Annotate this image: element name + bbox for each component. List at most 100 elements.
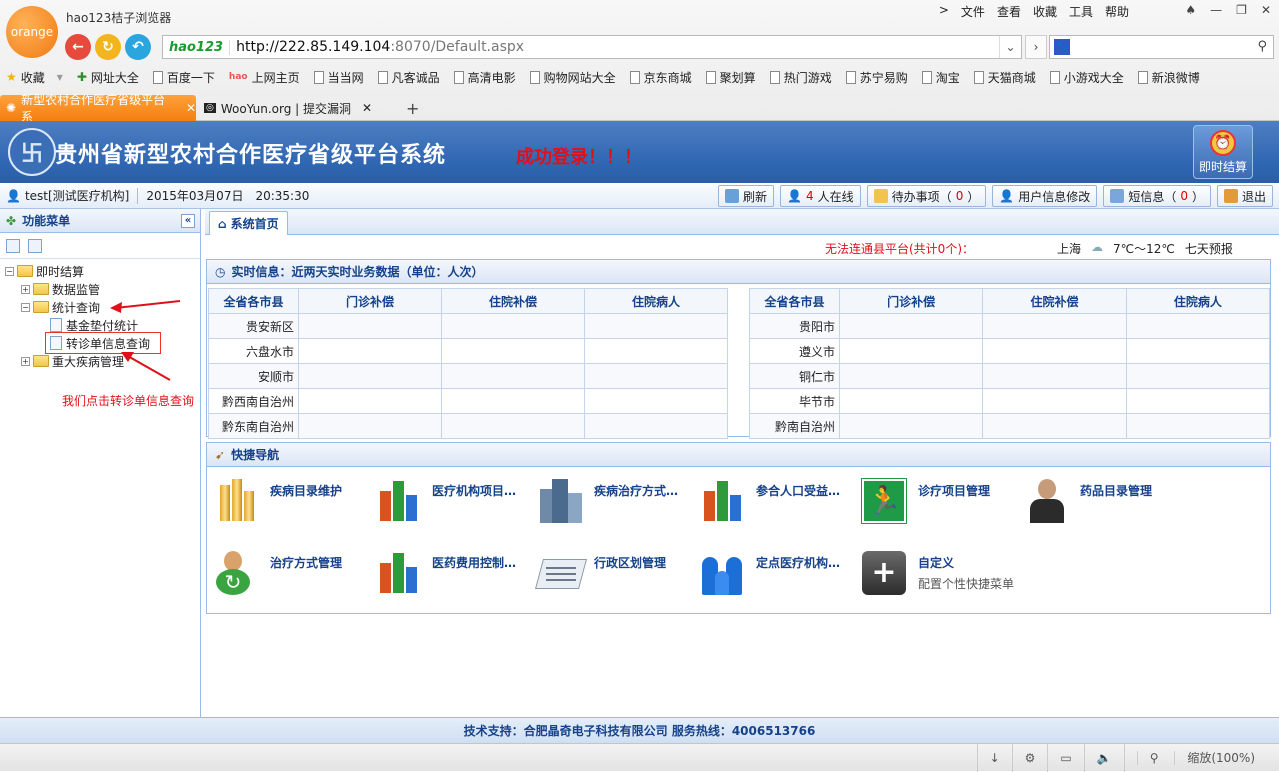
go-button[interactable]: ›: [1025, 35, 1047, 59]
refresh-button[interactable]: ↻: [95, 34, 121, 60]
tab-close-icon[interactable]: ✕: [186, 101, 196, 115]
value-cell: [982, 388, 1127, 414]
quick-settle-button[interactable]: ⏰ 即时结算: [1193, 125, 1253, 179]
tab-label: 系统首页: [230, 217, 279, 231]
browser-tabs: ✺ 新型农村合作医疗省级平台系 ✕ ◎ WooYun.org | 提交漏洞 ✕ …: [0, 93, 1279, 124]
todo-button[interactable]: 待办事项（ 0）: [866, 185, 987, 207]
weather-city[interactable]: 上海: [1057, 240, 1081, 257]
value-cell: [838, 313, 984, 339]
shortcut-admin-division[interactable]: 行政区划管理: [534, 549, 696, 609]
refresh-page-button[interactable]: 刷新: [718, 185, 775, 207]
shortcut-disease-catalog[interactable]: 疾病目录维护: [212, 477, 372, 537]
tab-system-home[interactable]: ⌂ 系统首页: [209, 211, 288, 235]
bookmark-item[interactable]: 当当网: [313, 69, 364, 86]
tab-wooyun[interactable]: ◎ WooYun.org | 提交漏洞 ✕: [198, 95, 394, 121]
close-window-icon[interactable]: ✕: [1261, 3, 1271, 17]
seven-day-forecast-link[interactable]: 七天预报: [1185, 240, 1233, 257]
search-box[interactable]: 🐾 ⚲: [1049, 35, 1274, 59]
menu-file[interactable]: 文件: [961, 3, 985, 20]
menu-arrow-icon[interactable]: >: [939, 3, 949, 20]
screen-icon[interactable]: ▭: [1047, 744, 1083, 772]
col-inpatient-comp: 住院补偿: [441, 288, 585, 314]
logout-button[interactable]: 退出: [1216, 185, 1273, 207]
chevron-right-icon: ›: [1033, 40, 1039, 54]
home-button[interactable]: ↶: [125, 34, 151, 60]
back-button[interactable]: ←: [65, 34, 91, 60]
bookmark-item[interactable]: 高清电影: [453, 69, 516, 86]
city-cell: 贵安新区: [208, 313, 299, 339]
bookmark-item[interactable]: 新浪微博: [1137, 69, 1200, 86]
button-label: 短信息（: [1128, 189, 1177, 204]
bookmark-item[interactable]: 购物网站大全: [529, 69, 616, 86]
shortcut-cost-control[interactable]: 医药费用控制…: [374, 549, 534, 609]
col-outpatient: 门诊补偿: [298, 288, 442, 314]
bookmark-item[interactable]: ✚ 网址大全: [77, 69, 139, 86]
menu-favorites[interactable]: 收藏: [1033, 3, 1057, 20]
page-icon: [629, 70, 640, 84]
bookmark-item[interactable]: 天猫商城: [973, 69, 1036, 86]
bookmark-item[interactable]: 淘宝: [921, 69, 960, 86]
edit-profile-button[interactable]: 👤 用户信息修改: [992, 185, 1098, 207]
shirt-icon[interactable]: ♠: [1185, 3, 1196, 17]
col-inpatient-comp: 住院补偿: [982, 288, 1127, 314]
bookmark-item[interactable]: 凡客诚品: [377, 69, 440, 86]
plus-icon: +: [860, 549, 910, 599]
bar-chart-icon: [374, 549, 424, 599]
online-users-button[interactable]: 👤 4 人在线: [780, 185, 861, 207]
realtime-panel: ◷ 实时信息：近两天实时业务数据（单位：人次） 全省各市县 门诊补偿 住院补偿 住院病人…: [206, 259, 1271, 439]
shortcut-designated-institution[interactable]: 定点医疗机构…: [698, 549, 858, 609]
calculator-icon: [725, 189, 740, 203]
coins-icon: [212, 477, 262, 527]
baidu-paw-icon[interactable]: 🐾: [1054, 39, 1070, 55]
star-icon: ★: [6, 70, 17, 84]
shortcut-customize[interactable]: + 自定义 配置个性快捷菜单: [860, 549, 1060, 609]
volume-icon[interactable]: 🔈: [1083, 744, 1124, 772]
zoom-level: 缩放(100%): [1174, 751, 1267, 765]
hao123-badge[interactable]: hao123: [163, 39, 231, 55]
zoom-control[interactable]: ⚲ 缩放(100%): [1123, 744, 1279, 772]
sms-button[interactable]: 短信息（ 0）: [1103, 185, 1211, 207]
chevron-down-icon[interactable]: ▾: [57, 70, 63, 84]
bookmark-item[interactable]: 苏宁易购: [845, 69, 908, 86]
bookmark-favorites[interactable]: ★ 收藏 ▾: [6, 69, 63, 86]
page-icon: [705, 70, 716, 84]
search-icon[interactable]: ⚲: [1257, 39, 1267, 54]
shortcut-treatment-mgmt[interactable]: ↻ 治疗方式管理: [212, 549, 372, 609]
bookmark-item[interactable]: 百度一下: [152, 69, 215, 86]
shortcut-drug-catalog[interactable]: 药品目录管理: [1022, 477, 1182, 537]
restore-icon[interactable]: ❐: [1236, 3, 1247, 17]
download-icon[interactable]: ↓: [976, 744, 1012, 772]
table-row: 黔东南自治州: [208, 413, 728, 439]
arrow-to-referral: [125, 354, 171, 381]
bookmark-item[interactable]: hao 上网主页: [229, 69, 300, 86]
shortcut-label: 医疗机构项目…: [432, 484, 517, 498]
bookmark-item[interactable]: 热门游戏: [769, 69, 832, 86]
table-row: 黔西南自治州: [208, 388, 728, 414]
minimize-icon[interactable]: —: [1210, 3, 1222, 17]
shortcut-institution-items[interactable]: 医疗机构项目…: [374, 477, 534, 537]
bookmark-item[interactable]: 小游戏大全: [1049, 69, 1124, 86]
tab-ncms[interactable]: ✺ 新型农村合作医疗省级平台系 ✕: [0, 93, 196, 124]
county-connect-warning: 无法连通县平台(共计0个)：: [825, 242, 974, 256]
browser-status-bar: ↓ ⚙ ▭ 🔈 ⚲ 缩放(100%): [0, 743, 1279, 772]
plus-icon: +: [406, 98, 420, 118]
new-tab-button[interactable]: +: [400, 95, 424, 121]
shortcut-sublabel: 配置个性快捷菜单: [918, 577, 1015, 591]
menu-help[interactable]: 帮助: [1105, 3, 1129, 20]
address-dropdown-icon[interactable]: ⌄: [999, 36, 1021, 58]
menu-view[interactable]: 查看: [997, 3, 1021, 20]
panel-title: 快捷导航: [231, 448, 280, 462]
bookmark-item[interactable]: 聚划算: [705, 69, 756, 86]
menu-tools[interactable]: 工具: [1069, 3, 1093, 20]
address-url[interactable]: http://222.85.149.104:8070/Default.aspx: [230, 39, 524, 55]
shortcut-population-benefit[interactable]: 参合人口受益…: [698, 477, 858, 537]
tab-close-icon[interactable]: ✕: [362, 101, 372, 115]
bookmark-item[interactable]: 京东商城: [629, 69, 692, 86]
shortcut-grid: 疾病目录维护 医疗机构项目… 疾病治疗方式… 参合人口受益… 🏃 诊疗项目管理 …: [207, 467, 1270, 615]
button-label-suffix: ）: [1191, 189, 1204, 204]
bookmark-label: 小游戏大全: [1063, 70, 1124, 85]
shortcut-diagnosis-items[interactable]: 🏃 诊疗项目管理: [860, 477, 1020, 537]
address-bar[interactable]: hao123 http://222.85.149.104:8070/Defaul…: [162, 35, 1022, 59]
settings-gear-icon[interactable]: ⚙: [1011, 744, 1048, 772]
shortcut-treatment-method[interactable]: 疾病治疗方式…: [536, 477, 696, 537]
